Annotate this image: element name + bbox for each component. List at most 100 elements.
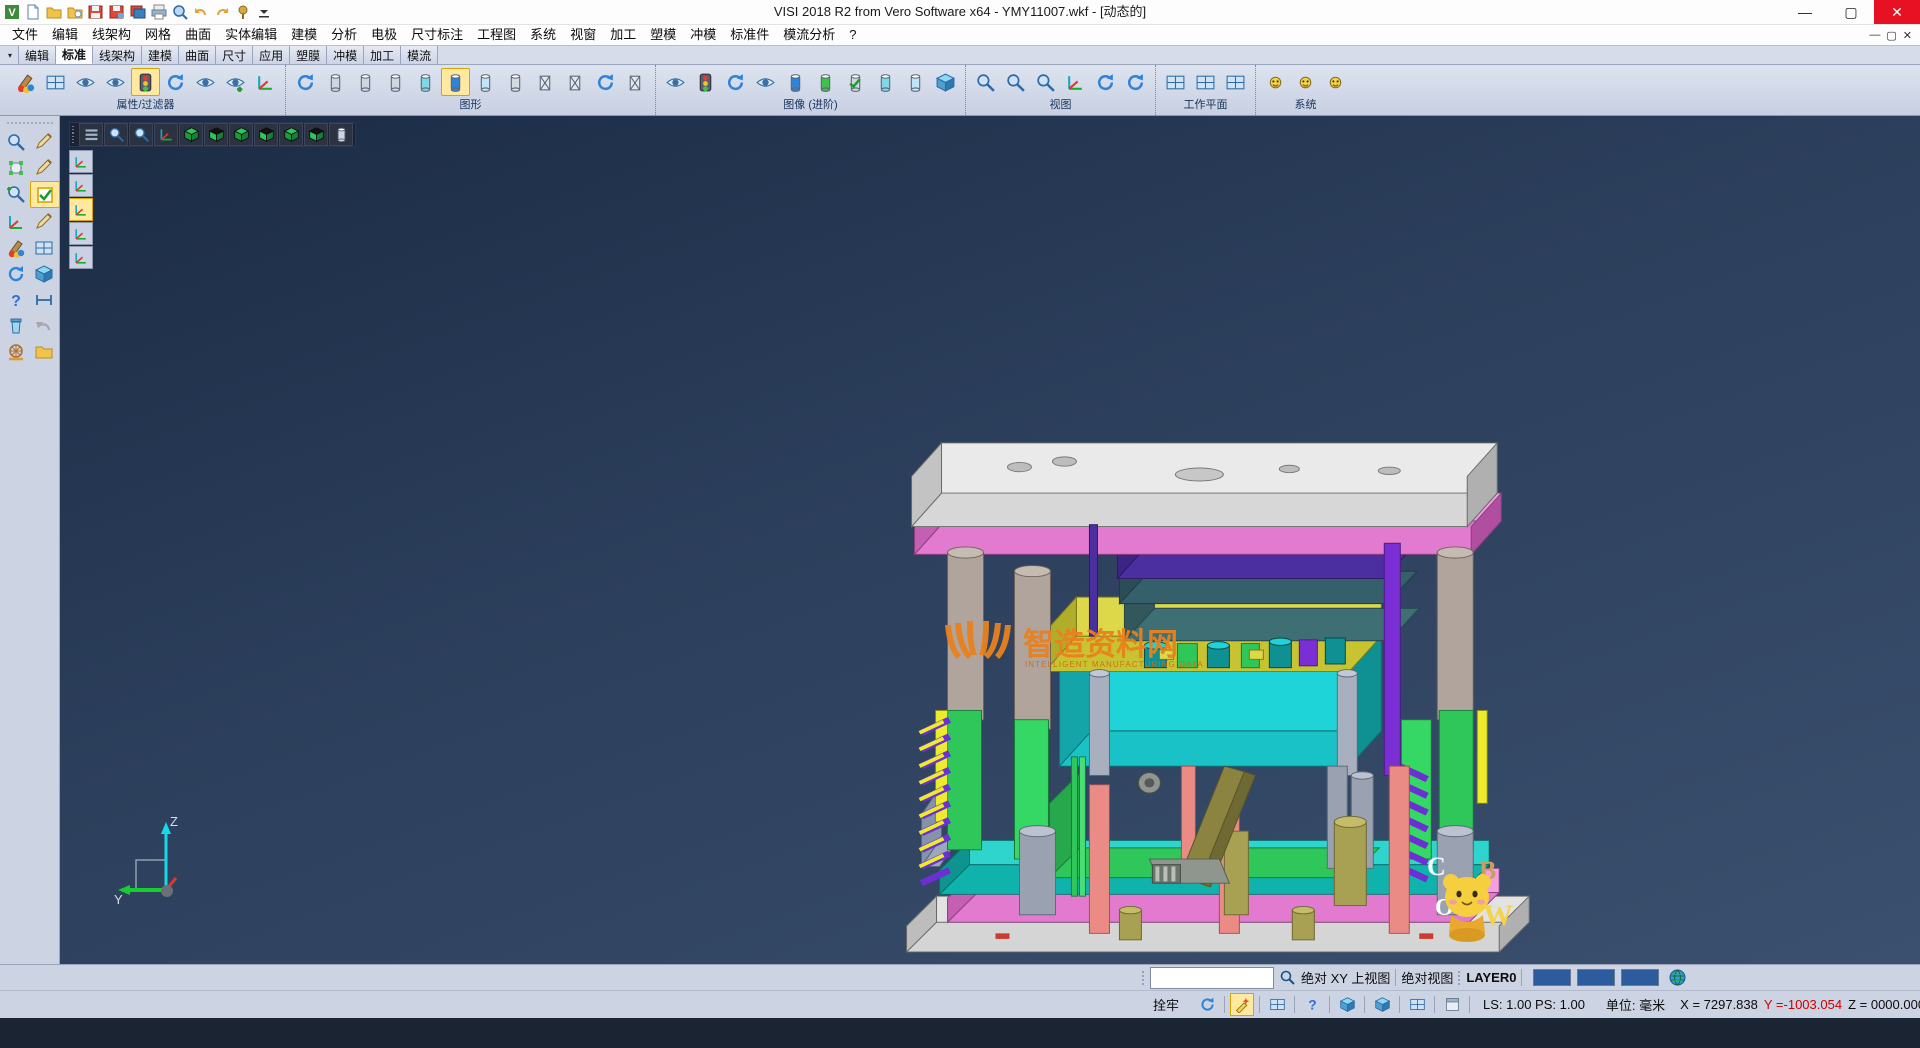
3d-viewport-container[interactable]: 智造资料网 INTELLIGENT MANUFACTURING DATA C B… <box>60 116 1920 964</box>
workplane-manager-icon[interactable] <box>1221 68 1250 96</box>
tab-2[interactable]: 标准 <box>56 46 93 64</box>
traffic-light-filter-icon[interactable] <box>131 68 160 96</box>
workplane-new-icon[interactable] <box>1191 68 1220 96</box>
print-preview-icon[interactable] <box>170 2 190 22</box>
menu-item-5[interactable]: 曲面 <box>178 25 218 45</box>
wireframe-icon[interactable] <box>321 68 350 96</box>
fit-screen-icon[interactable] <box>1031 68 1060 96</box>
menu-item-19[interactable]: ? <box>842 25 863 45</box>
menu-item-12[interactable]: 系统 <box>523 25 563 45</box>
save-icon[interactable] <box>86 2 106 22</box>
redo-icon[interactable] <box>212 2 232 22</box>
globe-icon[interactable] <box>1669 969 1686 986</box>
document-restore-button[interactable]: ▢ <box>1886 29 1896 42</box>
transparency-icon[interactable] <box>901 68 930 96</box>
shaded-adv-green-icon[interactable] <box>811 68 840 96</box>
view-toolbar-drag-handle[interactable] <box>72 126 78 143</box>
hidden-line-dashed-icon[interactable] <box>381 68 410 96</box>
menu-item-6[interactable]: 实体编辑 <box>218 25 284 45</box>
side-panel-3-icon[interactable] <box>69 198 93 221</box>
tab-3[interactable]: 线架构 <box>93 46 142 64</box>
hidden-line-icon[interactable] <box>351 68 380 96</box>
color-swatch-3[interactable] <box>1621 969 1659 986</box>
view-shaded-icon[interactable] <box>329 123 353 146</box>
axis-move-icon[interactable] <box>2 209 30 234</box>
annotate-icon[interactable] <box>30 129 58 154</box>
snap-cube-blue-icon[interactable] <box>1335 993 1359 1016</box>
menu-item-3[interactable]: 线架构 <box>85 25 138 45</box>
undo-icon[interactable] <box>191 2 211 22</box>
show-advanced-icon[interactable] <box>661 68 690 96</box>
save-all-icon[interactable] <box>128 2 148 22</box>
shaded-adv-check-icon[interactable] <box>841 68 870 96</box>
dynamic-view-icon[interactable] <box>591 68 620 96</box>
tab-8[interactable]: 塑膜 <box>290 46 327 64</box>
snap-window-icon[interactable] <box>1440 993 1464 1016</box>
solid-cube-icon[interactable] <box>30 261 58 286</box>
clear-shading-icon[interactable] <box>621 68 650 96</box>
render-quality-icon[interactable] <box>561 68 590 96</box>
side-panel-4-icon[interactable] <box>69 222 93 245</box>
tab-11[interactable]: 模流 <box>401 46 438 64</box>
snap-rotate-icon[interactable] <box>1195 993 1219 1016</box>
view-top-icon[interactable] <box>179 123 203 146</box>
gem-render-icon[interactable] <box>931 68 960 96</box>
shaded-grey-icon[interactable] <box>501 68 530 96</box>
zoom-window-icon[interactable] <box>971 68 1000 96</box>
shaded-adv-cyan-icon[interactable] <box>871 68 900 96</box>
section-icon[interactable] <box>531 68 560 96</box>
refresh-view-icon[interactable] <box>161 68 190 96</box>
menu-item-15[interactable]: 塑模 <box>643 25 683 45</box>
regenerate-left-icon[interactable] <box>2 261 30 286</box>
snap-plane-icon[interactable] <box>1405 993 1429 1016</box>
tab-6[interactable]: 尺寸 <box>216 46 253 64</box>
open-folder-icon[interactable] <box>44 2 64 22</box>
view-front-icon[interactable] <box>229 123 253 146</box>
refresh-advanced-icon[interactable] <box>721 68 750 96</box>
toggle-advanced-icon[interactable] <box>751 68 780 96</box>
tab-7[interactable]: 应用 <box>253 46 290 64</box>
open-recent-icon[interactable] <box>65 2 85 22</box>
zoom-plus-icon[interactable] <box>2 181 30 206</box>
tab-dropdown-icon[interactable]: ▾ <box>2 46 19 64</box>
transform-icon[interactable] <box>2 155 30 180</box>
fit-window-icon[interactable] <box>104 123 128 146</box>
toggle-visibility-icon[interactable] <box>191 68 220 96</box>
grid-plane-icon[interactable] <box>30 235 58 260</box>
view-iso-icon[interactable] <box>279 123 303 146</box>
dimension-icon[interactable] <box>30 287 58 312</box>
undo-left-icon[interactable] <box>30 313 58 338</box>
side-panel-1-icon[interactable] <box>69 150 93 173</box>
shaded-adv-blue-icon[interactable] <box>781 68 810 96</box>
document-close-button[interactable]: ✕ <box>1903 29 1912 42</box>
menu-item-9[interactable]: 电极 <box>364 25 404 45</box>
menu-item-2[interactable]: 编辑 <box>45 25 85 45</box>
analyze-icon[interactable] <box>2 129 30 154</box>
system-tools-icon[interactable] <box>1321 68 1350 96</box>
shaded-transparent-icon[interactable] <box>471 68 500 96</box>
menu-item-8[interactable]: 分析 <box>324 25 364 45</box>
traffic-filter-advanced-icon[interactable] <box>691 68 720 96</box>
view-bottom-icon[interactable] <box>204 123 228 146</box>
search-icon[interactable] <box>1280 970 1295 985</box>
print-icon[interactable] <box>149 2 169 22</box>
save-as-icon[interactable] <box>107 2 127 22</box>
show-entity-icon[interactable] <box>71 68 100 96</box>
layer-manager-icon[interactable] <box>41 68 70 96</box>
tab-1[interactable]: 编辑 <box>19 46 56 64</box>
layer-label[interactable]: LAYER0 <box>1466 970 1516 985</box>
customize-dropdown-icon[interactable] <box>254 2 274 22</box>
maximize-button[interactable]: ▢ <box>1828 0 1874 24</box>
workplane-pick-icon[interactable] <box>1161 68 1190 96</box>
tab-9[interactable]: 冲模 <box>327 46 364 64</box>
add-filter-icon[interactable] <box>221 68 250 96</box>
mold-assembly-model[interactable] <box>60 116 1920 964</box>
menu-item-16[interactable]: 冲模 <box>683 25 723 45</box>
view-back-icon[interactable] <box>304 123 328 146</box>
new-file-icon[interactable] <box>23 2 43 22</box>
document-minimize-button[interactable]: — <box>1869 29 1880 41</box>
open-folder-left-icon[interactable] <box>30 339 58 364</box>
menu-item-17[interactable]: 标准件 <box>723 25 776 45</box>
hide-entity-icon[interactable] <box>101 68 130 96</box>
zoom-icon[interactable] <box>129 123 153 146</box>
